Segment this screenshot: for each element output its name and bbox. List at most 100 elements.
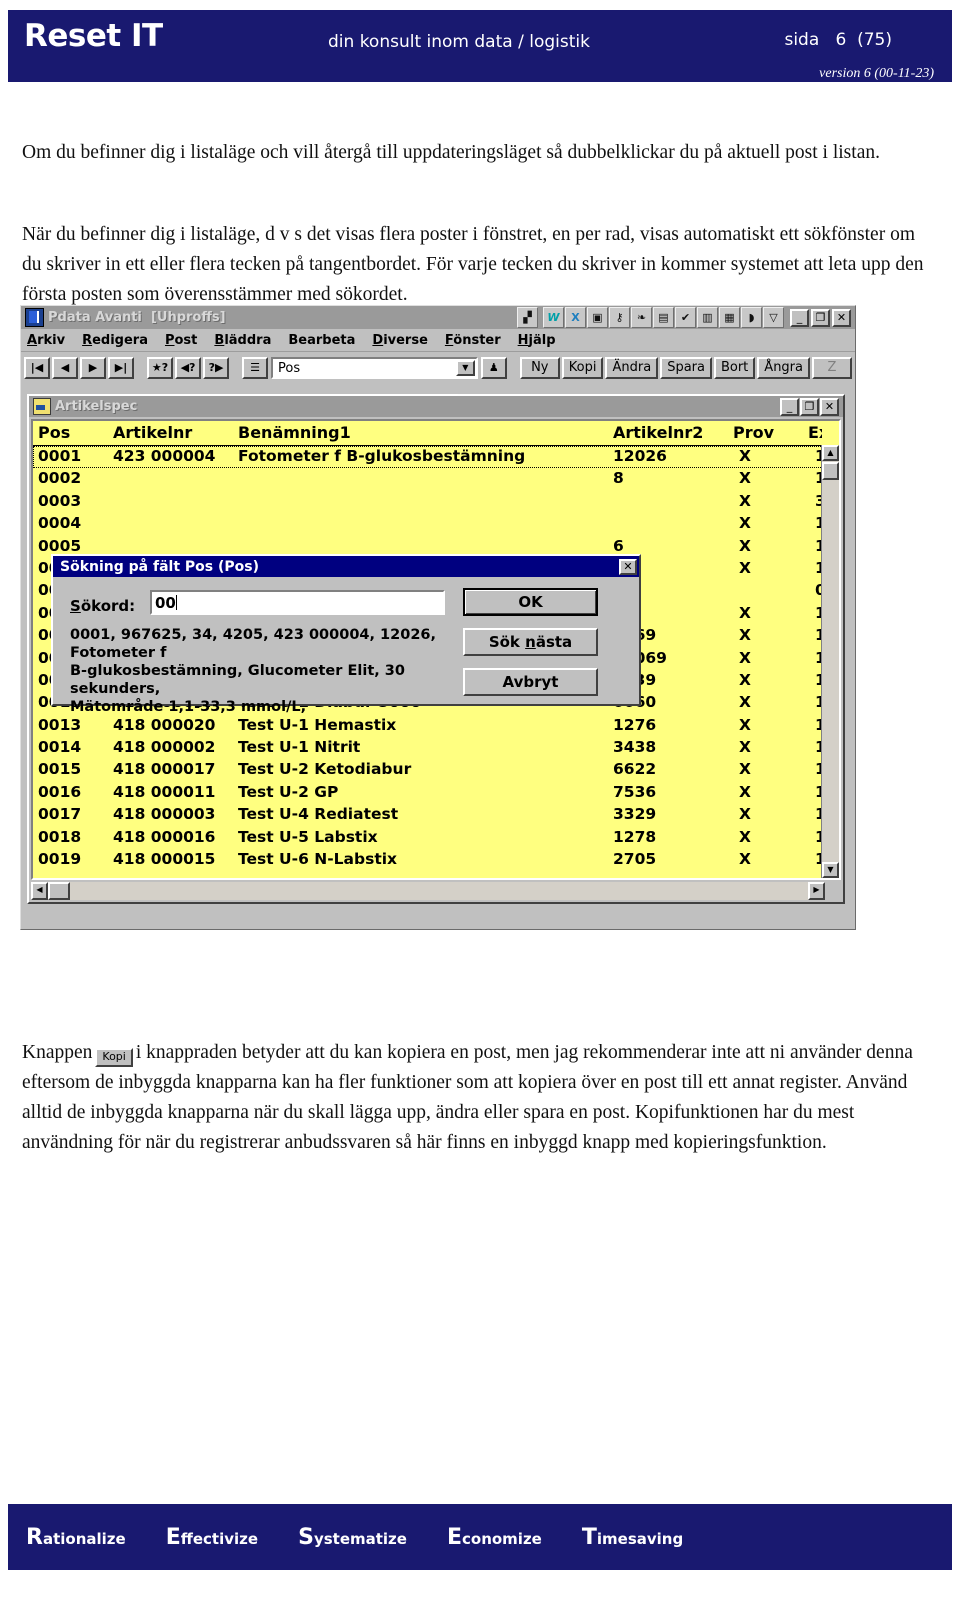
cell-prov: X	[739, 514, 751, 533]
search-result-line-2: B-glukosbestämning, Glucometer Elit, 30 …	[70, 663, 405, 697]
table-row[interactable]: 0014 418 000002 Test U-1 Nitrit 3438 X 1…	[33, 737, 839, 759]
menu-arkiv[interactable]: Arkiv	[27, 333, 65, 348]
search-first-button[interactable]: ★?	[147, 357, 173, 379]
table-row[interactable]: 0001 423 000004 Fotometer f B-glukosbest…	[33, 446, 839, 469]
menu-bearbeta[interactable]: Bearbeta	[288, 333, 355, 348]
table-row[interactable]: 0002 8 X 1 .	[33, 468, 839, 490]
table-row[interactable]: 0016 418 000011 Test U-2 GP 7536 X 1 .	[33, 782, 839, 804]
sok-nasta-button[interactable]: Sök nästa	[463, 628, 598, 656]
mdi-close-button[interactable]: ✕	[820, 397, 839, 416]
field-select-combo[interactable]: Pos ▼	[271, 357, 478, 379]
scanner-icon[interactable]: ▥	[697, 307, 718, 328]
cell-benamning: Test U-4 Rediatest	[238, 805, 399, 824]
horizontal-scroll-track[interactable]	[70, 882, 808, 900]
close-button[interactable]: ✕	[832, 308, 851, 327]
text-caret	[175, 595, 177, 610]
previous-record-button[interactable]: ◀	[52, 357, 78, 379]
menu-diverse[interactable]: Diverse	[372, 333, 428, 348]
key-icon[interactable]: ⚷	[609, 307, 630, 328]
menu-blaeddra[interactable]: Bläddra	[214, 333, 271, 348]
scroll-down-button[interactable]: ▼	[822, 862, 839, 878]
presentation-icon[interactable]: ▣	[587, 307, 608, 328]
excel-icon[interactable]: X	[565, 307, 586, 328]
search-next-button[interactable]: ?▶	[203, 357, 229, 379]
avbryt-button[interactable]: Avbryt	[463, 668, 598, 696]
z-button[interactable]: Z	[812, 357, 852, 379]
cell-pos: 0003	[38, 491, 82, 510]
list-view-button[interactable]: ☰	[242, 357, 268, 379]
chevron-down-icon[interactable]: ▼	[455, 360, 475, 376]
search-previous-button[interactable]: ◀?	[175, 357, 201, 379]
cell-pos: 0017	[38, 805, 82, 824]
kopi-button[interactable]: Kopi	[561, 357, 604, 379]
restore-button[interactable]: ❐	[811, 308, 830, 327]
column-header-benamning1[interactable]: Benämning1	[238, 423, 351, 442]
person-button[interactable]: ♟	[480, 357, 507, 379]
table-row[interactable]: 0015 418 000017 Test U-2 Ketodiabur 6622…	[33, 759, 839, 781]
next-record-button[interactable]: ▶	[80, 357, 106, 379]
cell-artikelnr2: 1278	[613, 827, 657, 846]
andra-button[interactable]: Ändra	[605, 357, 659, 379]
menu-diverse-mnemonic: D	[372, 332, 384, 348]
inbox-icon[interactable]: ▽	[763, 307, 784, 328]
minimize-button[interactable]: _	[790, 308, 809, 327]
menu-redigera[interactable]: Redigera	[82, 333, 148, 348]
sok-nasta-rest: ästa	[535, 633, 573, 651]
column-header-pos[interactable]: Pos	[38, 423, 70, 442]
calendar-icon[interactable]: ▦	[719, 307, 740, 328]
search-result-line-3: Mätområde 1,1-33,3 mmol/L,	[70, 699, 307, 715]
search-dialog: Sökning på fält Pos (Pos) ✕ Sökord: 00 0…	[51, 554, 641, 715]
mdi-minimize-button[interactable]: _	[780, 397, 799, 416]
column-header-artikelnr2[interactable]: Artikelnr2	[613, 423, 703, 442]
menu-hjalp-mnemonic: H	[517, 332, 529, 348]
note-icon[interactable]: ◗	[741, 307, 762, 328]
grid-vertical-scrollbar[interactable]: ▲ ▼	[821, 445, 839, 878]
menu-post[interactable]: Post	[165, 333, 197, 348]
column-header-prov[interactable]: Prov	[733, 423, 774, 442]
scroll-left-button[interactable]: ◀	[31, 882, 48, 900]
table-row[interactable]: 0019 418 000015 Test U-6 N-Labstix 2705 …	[33, 849, 839, 871]
menu-fonster-mnemonic: F	[444, 332, 454, 348]
kopi-button-inline-illustration: Kopi	[95, 1047, 133, 1067]
menu-post-mnemonic: P	[164, 332, 175, 348]
scroll-right-button[interactable]: ▶	[808, 882, 825, 900]
vertical-scroll-thumb[interactable]	[822, 462, 839, 480]
menu-bearbeta-pre: B	[288, 332, 299, 348]
cell-prov: X	[739, 626, 751, 645]
scroll-up-button[interactable]: ▲	[822, 445, 839, 461]
table-row[interactable]: 0013 418 000020 Test U-1 Hemastix 1276 X…	[33, 715, 839, 737]
cell-artikelnr2: 7536	[613, 782, 657, 801]
column-header-artikelnr[interactable]: Artikelnr	[113, 423, 192, 442]
ok-button[interactable]: OK	[463, 588, 598, 616]
table-row[interactable]: 0004 X 1 .	[33, 513, 839, 535]
cell-prov: X	[739, 850, 751, 869]
word-icon[interactable]: W	[543, 307, 564, 328]
sokord-input[interactable]: 00	[150, 590, 445, 615]
spara-button[interactable]: Spara	[660, 357, 712, 379]
table-row[interactable]: 0017 418 000003 Test U-4 Rediatest 3329 …	[33, 804, 839, 826]
table-row[interactable]: 0018 418 000016 Test U-5 Labstix 1278 X …	[33, 827, 839, 849]
menu-arkiv-mnemonic: A	[27, 332, 38, 348]
cell-artikelnr: 418 000003	[113, 805, 216, 824]
windows-start-icon[interactable]: ▞	[517, 307, 538, 328]
horizontal-scroll-thumb[interactable]	[48, 882, 70, 900]
cell-artikelnr2: 12026	[613, 447, 667, 465]
close-icon[interactable]: ✕	[619, 558, 637, 575]
angra-button[interactable]: Ångra	[757, 357, 810, 379]
table-row[interactable]: 0003 X 3 .	[33, 491, 839, 513]
paint-icon[interactable]: ❧	[631, 307, 652, 328]
first-record-button[interactable]: |◀	[24, 357, 50, 379]
last-record-button[interactable]: ▶|	[108, 357, 134, 379]
menu-fonster[interactable]: Fönster	[445, 333, 501, 348]
bort-button[interactable]: Bort	[713, 357, 756, 379]
grid-horizontal-scrollbar[interactable]: ◀ ▶	[31, 882, 841, 900]
search-result-preview: 0001, 967625, 34, 4205, 423 000004, 1202…	[70, 626, 455, 716]
ny-button[interactable]: Ny	[519, 357, 560, 379]
book-icon[interactable]: ▤	[653, 307, 674, 328]
footer-word-systematize: Systematize	[298, 1525, 407, 1550]
cell-artikelnr: 423 000004	[113, 447, 216, 465]
menu-hjalp[interactable]: Hjälp	[518, 333, 556, 348]
resize-grip[interactable]	[825, 882, 841, 900]
checkmark-icon[interactable]: ✔	[675, 307, 696, 328]
mdi-restore-button[interactable]: ❐	[800, 397, 819, 416]
